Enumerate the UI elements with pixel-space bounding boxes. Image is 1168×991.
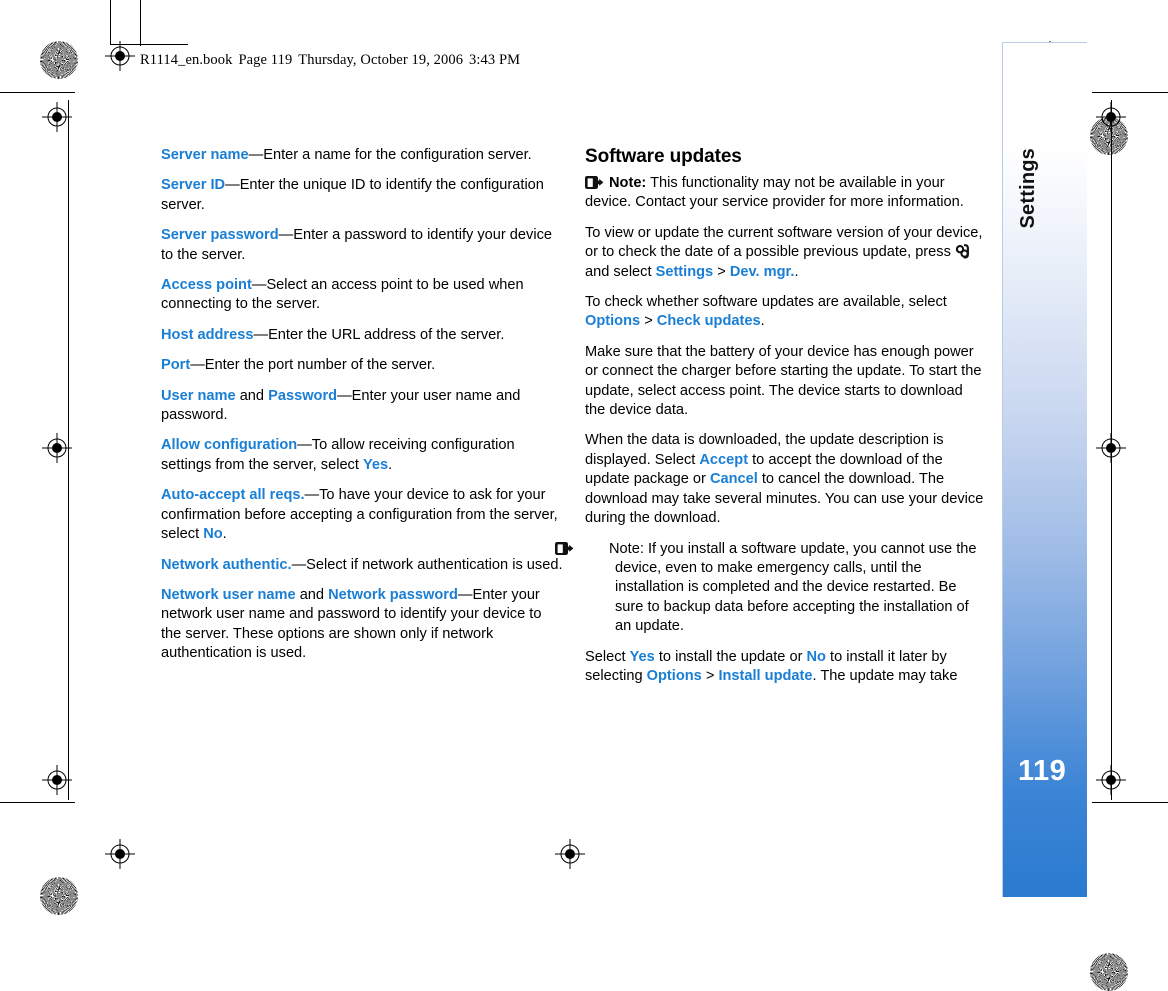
keyword-term: Yes — [629, 648, 655, 665]
body-text: . — [760, 313, 765, 330]
keyword-term: Install update — [718, 667, 813, 684]
note-paragraph-2: Note: If you install a software update, … — [555, 540, 987, 637]
header-time: 3:43 PM — [469, 52, 521, 68]
starburst-target-bottom-right — [1090, 953, 1128, 991]
right-text-column: Software updates Note: This functionalit… — [555, 146, 987, 697]
keyword-term: No — [203, 526, 223, 543]
registration-mark-right-lower — [1096, 765, 1126, 795]
setting-paragraph-access-point: Access point—Select an access point to b… — [161, 276, 563, 315]
keyword-term: Password — [268, 387, 338, 404]
keyword-term: Auto-accept all reqs. — [161, 487, 305, 504]
body-text: and — [295, 586, 329, 603]
keyword-term: Dev. mgr. — [729, 263, 795, 280]
keyword-term: Yes — [362, 456, 389, 473]
setting-paragraph-allow-configuration: Allow configuration—To allow receiving c… — [161, 436, 563, 475]
keyword-term: Network user name — [161, 586, 296, 603]
section-heading: Software updates — [585, 146, 742, 167]
note-label-1: Note: — [609, 175, 647, 191]
keyword-term: Access point — [161, 277, 252, 294]
paragraph-update-description: When the data is downloaded, the update … — [585, 431, 987, 528]
keyword-term: No — [806, 648, 826, 665]
body-text: and select — [585, 263, 656, 280]
keyword-term: Options — [585, 313, 641, 330]
body-text: —Enter a name for the configuration serv… — [248, 147, 532, 163]
registration-mark-right-middle — [1096, 433, 1126, 463]
keyword-term: Accept — [699, 451, 749, 468]
right-paragraph-list: To view or update the current software v… — [585, 224, 987, 529]
body-text: > — [640, 313, 657, 330]
keyword-term: Check updates — [656, 313, 761, 330]
registration-mark-bottom-center — [555, 839, 585, 869]
header-date: Thursday, October 19, 2006 — [298, 52, 464, 68]
body-text: Make sure that the battery of your devic… — [585, 343, 982, 419]
paragraph-view-or-update: To view or update the current software v… — [585, 224, 987, 282]
note-label-2: Note: — [609, 540, 644, 557]
body-text: —Select if network authentication is use… — [291, 556, 563, 573]
paragraph-install-update: Select Yes to install the update or No t… — [585, 648, 987, 687]
print-marks-layer — [0, 0, 1168, 991]
printed-page: R1114_en.book Page 119 Thursday, October 1… — [0, 0, 1168, 991]
paragraph-check-updates: To check whether software updates are av… — [585, 293, 987, 332]
left-text-column: Server name—Enter a name for the configu… — [161, 146, 563, 675]
keyword-term: Server password — [161, 227, 279, 244]
header-filename: R1114_en.book — [140, 52, 233, 68]
note-icon — [585, 176, 604, 190]
header-page-label: Page 119 — [238, 52, 293, 68]
keyword-term: User name — [161, 387, 236, 404]
keyword-term: Settings — [655, 263, 714, 280]
registration-mark-top-left — [105, 41, 135, 71]
registration-mark-bottom-left-2 — [105, 839, 135, 869]
keyword-term: Cancel — [709, 471, 758, 488]
body-text: to install the update or — [654, 648, 807, 665]
keyword-term: Server ID — [161, 177, 226, 194]
body-text: —Enter the URL address of the server. — [253, 326, 505, 343]
note-paragraph-1: Note: This functionality may not be avai… — [585, 174, 987, 213]
setting-paragraph-network-authentic: Network authentic.—Select if network aut… — [161, 556, 563, 575]
body-text: Select — [585, 648, 630, 665]
body-text: . — [794, 263, 799, 280]
setting-paragraph-port: Port—Enter the port number of the server… — [161, 356, 563, 375]
body-text: and — [235, 387, 269, 404]
body-text: To view or update the current software v… — [585, 224, 983, 261]
keyword-term: Host address — [161, 326, 254, 343]
body-text: —Enter the port number of the server. — [190, 357, 436, 374]
keyword-term: Allow configuration — [161, 437, 298, 454]
note-icon — [555, 541, 604, 556]
header-rule — [110, 44, 188, 45]
keyword-term: Port — [161, 357, 191, 374]
keyword-term: Network password — [328, 586, 458, 603]
setting-paragraph-host-address: Host address—Enter the URL address of th… — [161, 326, 563, 345]
keyword-term: Network authentic. — [161, 556, 292, 573]
keyword-term: Options — [646, 667, 702, 684]
body-text: > — [713, 263, 730, 280]
keyword-term: Server name — [161, 147, 249, 163]
chapter-label: Settings — [1017, 148, 1039, 229]
setting-paragraph-server-id: Server ID—Enter the unique ID to identif… — [161, 176, 563, 215]
note-text-2: If you install a software update, you ca… — [615, 540, 977, 635]
menu-key-icon — [955, 244, 970, 259]
body-text: . — [222, 526, 227, 543]
body-text: . — [388, 456, 393, 473]
setting-paragraph-auto-accept-all-reqs: Auto-accept all reqs.—To have your devic… — [161, 486, 563, 544]
setting-paragraph-server-name: Server name—Enter a name for the configu… — [161, 146, 563, 165]
body-text: . The update may take — [812, 667, 958, 684]
body-text: > — [701, 667, 719, 684]
starburst-target-bottom-left — [40, 877, 78, 915]
setting-paragraph-network-user-name-password: Network user name and Network password—E… — [161, 586, 563, 664]
book-header: R1114_en.book Page 119 Thursday, October 1… — [140, 52, 520, 69]
body-text: To check whether software updates are av… — [585, 294, 947, 311]
setting-paragraph-server-password: Server password—Enter a password to iden… — [161, 226, 563, 265]
starburst-target-top-left — [40, 41, 78, 79]
paragraph-battery-power: Make sure that the battery of your devic… — [585, 343, 987, 421]
registration-mark-bottom-left — [42, 765, 72, 795]
page-number: 119 — [1018, 755, 1067, 787]
setting-paragraph-user-name-password: User name and Password—Enter your user n… — [161, 387, 563, 426]
